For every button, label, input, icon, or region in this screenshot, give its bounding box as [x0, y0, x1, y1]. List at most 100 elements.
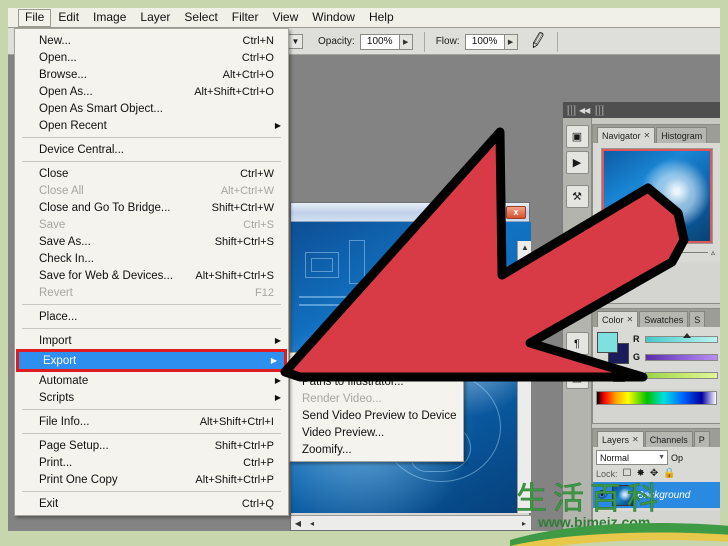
menu-item-close[interactable]: Close Ctrl+W: [15, 165, 288, 182]
lock-transparent-pixels-icon[interactable]: ☐: [623, 468, 632, 479]
tab-paths[interactable]: P: [693, 431, 710, 447]
vertical-scrollbar[interactable]: ▲ ▼: [517, 241, 531, 513]
menu-item-label: Page Setup...: [39, 439, 109, 452]
zoom-input[interactable]: [598, 245, 632, 259]
tab-histogram[interactable]: Histogram: [656, 127, 708, 143]
menu-item-device-central[interactable]: Device Central...: [15, 141, 288, 158]
scroll-up-icon[interactable]: ▲: [518, 243, 531, 252]
document-title-bar[interactable]: x: [291, 203, 529, 222]
scroll-thumb-left-icon[interactable]: ◂: [305, 519, 319, 528]
foreground-color-swatch[interactable]: [597, 332, 618, 353]
menu-item-open-recent[interactable]: Open Recent ▶: [15, 117, 288, 134]
menu-item-open[interactable]: Open... Ctrl+O: [15, 49, 288, 66]
menu-view[interactable]: View: [265, 9, 305, 27]
menu-item-label: Zoomify...: [302, 443, 352, 456]
menu-item-label: Device Central...: [39, 143, 125, 156]
tab-color[interactable]: Color ✕: [597, 311, 639, 327]
dock-handle[interactable]: ◀◀: [563, 102, 720, 118]
menu-item-label: Export: [43, 354, 77, 367]
lock-image-pixels-icon[interactable]: ✸: [636, 468, 644, 479]
navigator-view-frame[interactable]: [601, 149, 712, 243]
flow-label: Flow:: [435, 36, 460, 47]
menu-item-print-one-copy[interactable]: Print One Copy Alt+Shift+Ctrl+P: [15, 471, 288, 488]
divider: [22, 328, 281, 329]
close-icon[interactable]: ✕: [644, 131, 651, 140]
channel-slider[interactable]: [645, 332, 718, 343]
panel-extra-icon[interactable]: ▤: [565, 366, 589, 389]
chevron-down-icon[interactable]: ▼: [288, 34, 303, 49]
color-channel-b: B: [633, 369, 718, 381]
menu-item-place[interactable]: Place...: [15, 308, 288, 325]
menu-item-shortcut: Alt+Shift+Ctrl+I: [199, 415, 274, 428]
tab-channels[interactable]: Channels: [644, 431, 693, 447]
tool-presets-icon[interactable]: ⚒: [565, 185, 589, 208]
menu-item-save-as[interactable]: Save As... Shift+Ctrl+S: [15, 233, 288, 250]
channel-slider[interactable]: [645, 371, 718, 379]
zoom-out-icon[interactable]: △: [635, 248, 641, 257]
tab-navigator[interactable]: Navigator ✕: [597, 127, 656, 143]
menu-item-browse[interactable]: Browse... Alt+Ctrl+O: [15, 66, 288, 83]
menu-item-open-as[interactable]: Open As... Alt+Shift+Ctrl+O: [15, 83, 288, 100]
tab-layers[interactable]: Layers ✕: [597, 431, 644, 447]
menu-item-page-setup[interactable]: Page Setup... Shift+Ctrl+P: [15, 437, 288, 454]
opacity-input[interactable]: 100%: [359, 33, 400, 50]
lock-all-icon[interactable]: 🔒: [663, 468, 675, 479]
tab-styles[interactable]: S: [689, 311, 706, 327]
horizontal-scrollbar[interactable]: ◀ ◂ ▸: [291, 515, 531, 530]
submenu-item-send-video-preview-to-device[interactable]: Send Video Preview to Device: [290, 407, 463, 424]
airbrush-icon[interactable]: 🖉: [528, 28, 549, 55]
close-icon[interactable]: ✕: [627, 315, 634, 324]
submenu-item-zoomify[interactable]: Zoomify...: [290, 441, 463, 458]
menu-bar: File Edit Image Layer Select Filter View…: [8, 8, 720, 28]
menu-item-exit[interactable]: Exit Ctrl+Q: [15, 495, 288, 512]
out-of-gamut-swatch[interactable]: [613, 370, 625, 382]
menu-item-print[interactable]: Print... Ctrl+P: [15, 454, 288, 471]
collapse-panels-icon[interactable]: ◀◀: [579, 106, 590, 115]
menu-item-export[interactable]: Export ▶: [19, 352, 284, 369]
channel-slider[interactable]: [645, 353, 718, 361]
close-icon[interactable]: ✕: [632, 435, 639, 444]
menu-window[interactable]: Window: [305, 9, 362, 27]
menu-item-label: Automate: [39, 374, 89, 387]
color-spectrum-ramp[interactable]: [596, 391, 717, 405]
warning-icon[interactable]: ⚠: [597, 369, 607, 382]
zoom-slider[interactable]: [644, 247, 708, 257]
menu-image[interactable]: Image: [86, 9, 133, 27]
menu-layer[interactable]: Layer: [133, 9, 177, 27]
tab-swatches[interactable]: Swatches: [639, 311, 689, 327]
menu-item-close-and-go-to-bridge[interactable]: Close and Go To Bridge... Shift+Ctrl+W: [15, 199, 288, 216]
flow-input[interactable]: 100%: [464, 33, 505, 50]
history-brushes-icon[interactable]: ▣: [565, 125, 589, 148]
menu-filter[interactable]: Filter: [225, 9, 266, 27]
submenu-item-video-preview[interactable]: Video Preview...: [290, 424, 463, 441]
menu-select[interactable]: Select: [177, 9, 224, 27]
menu-item-open-as-smart-object[interactable]: Open As Smart Object...: [15, 100, 288, 117]
lock-position-icon[interactable]: ✥: [650, 468, 658, 479]
paragraph-icon[interactable]: ¶: [565, 332, 589, 355]
divider: [22, 491, 281, 492]
menu-item-import[interactable]: Import ▶: [15, 332, 288, 349]
menu-item-check-in[interactable]: Check In...: [15, 250, 288, 267]
tab-label: S: [694, 314, 701, 325]
opacity-stepper-icon[interactable]: ▶: [399, 33, 413, 50]
navigator-thumbnail[interactable]: [600, 148, 713, 244]
lock-label: Lock:: [596, 468, 618, 479]
menu-help[interactable]: Help: [362, 9, 401, 27]
close-icon[interactable]: x: [506, 206, 526, 219]
menu-file[interactable]: File: [18, 8, 52, 27]
submenu-item-data-sets-as-files[interactable]: Data Sets as Files...: [290, 356, 463, 373]
blend-mode-select[interactable]: Normal ▼: [596, 450, 668, 465]
menu-item-new[interactable]: New... Ctrl+N: [15, 32, 288, 49]
animation-play-icon[interactable]: ▶: [565, 151, 589, 174]
scroll-left-icon[interactable]: ◀: [291, 519, 305, 528]
menu-edit[interactable]: Edit: [51, 9, 86, 27]
zoom-in-icon[interactable]: ▵: [711, 248, 715, 257]
menu-item-save-for-web-and-devices[interactable]: Save for Web & Devices... Alt+Shift+Ctrl+…: [15, 267, 288, 284]
menu-item-label: Place...: [39, 310, 78, 323]
menu-item-file-info[interactable]: File Info... Alt+Shift+Ctrl+I: [15, 413, 288, 430]
menu-item-automate[interactable]: Automate ▶: [15, 372, 288, 389]
menu-item-scripts[interactable]: Scripts ▶: [15, 389, 288, 406]
submenu-item-paths-to-illustrator[interactable]: Paths to Illustrator...: [290, 373, 463, 390]
flow-stepper-icon[interactable]: ▶: [504, 33, 518, 50]
panel-tabs: Color ✕ Swatches S: [593, 309, 720, 327]
